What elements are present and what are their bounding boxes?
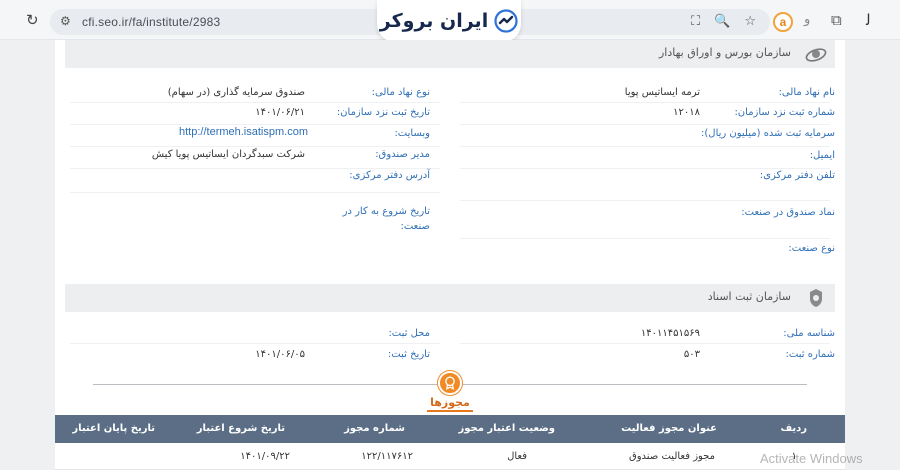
section-header-seo: سازمان بورس و اوراق بهادار — [65, 40, 835, 68]
extensions-puzzle-icon[interactable]: ⧉ — [831, 11, 842, 29]
field-label: شناسه ملی: — [783, 328, 835, 339]
site-logo[interactable]: ایران بروکر — [377, 0, 521, 42]
cell-permit-title: مجوز فعالیت صندوق — [628, 451, 715, 462]
field-label: نماد صندوق در صنعت: — [741, 207, 835, 218]
column-header-start-date: تاریخ شروع اعتبار — [196, 423, 285, 434]
page-content: سازمان بورس و اوراق بهادار نام نهاد مالی… — [55, 40, 845, 470]
field-label: تاریخ ثبت نزد سازمان: — [336, 107, 430, 118]
column-header-row: ردیف — [780, 423, 807, 434]
field-label: وبسایت: — [394, 128, 430, 139]
seo-logo-icon — [805, 48, 827, 62]
logo-chart-icon — [494, 9, 518, 33]
permits-table-header: ردیف عنوان مجوز فعالیت وضعیت اعتبار مجوز… — [55, 415, 845, 443]
permits-tab-underline — [427, 410, 473, 412]
row-divider — [70, 168, 440, 169]
registry-emblem-icon — [810, 289, 822, 307]
column-header-status: وضعیت اعتبار مجوز — [458, 423, 555, 434]
row-divider — [460, 238, 830, 239]
field-label: مدیر صندوق: — [375, 149, 430, 160]
field-value: ۱۲۰۱۸ — [673, 107, 700, 118]
translate-icon[interactable]: ⛶ — [691, 14, 700, 30]
cell-permit-number: ۱۲۲/۱۱۷۶۱۲ — [361, 451, 413, 462]
field-value: ۵۰۳ — [683, 349, 700, 360]
field-label: نام نهاد مالی: — [778, 87, 835, 98]
page-scrollbar[interactable] — [894, 40, 900, 470]
field-value: ۱۴۰۱/۰۶/۲۱ — [255, 107, 305, 118]
website-link[interactable]: http://termeh.isatispm.com — [179, 126, 308, 138]
field-label: محل ثبت: — [388, 328, 430, 339]
column-header-number: شماره مجوز — [344, 423, 405, 434]
field-label: تاریخ ثبت: — [387, 349, 430, 360]
column-header-end-date: تاریخ پایان اعتبار — [72, 423, 155, 434]
field-label: نوع صنعت: — [788, 243, 835, 254]
row-divider — [70, 102, 440, 103]
row-divider — [460, 168, 830, 169]
section-header-registry: سازمان ثبت اسناد — [65, 284, 835, 312]
field-value: ۱۴۰۱/۰۶/۰۵ — [255, 349, 305, 360]
row-divider — [70, 343, 440, 344]
section-title: سازمان ثبت اسناد — [707, 290, 791, 303]
activate-windows-watermark: Activate Windows — [760, 451, 863, 466]
field-label: ایمیل: — [809, 150, 835, 161]
site-settings-icon[interactable]: ⚙ — [60, 14, 71, 28]
reload-icon[interactable]: ↻ — [26, 13, 39, 28]
table-row: ۱ مجوز فعالیت صندوق فعال ۱۲۲/۱۱۷۶۱۲ ۱۴۰۱… — [55, 443, 845, 470]
field-label: آدرس دفتر مرکزی: — [349, 170, 430, 181]
field-label: تلفن دفتر مرکزی: — [759, 170, 835, 181]
row-divider — [460, 102, 830, 103]
cell-permit-status: فعال — [507, 451, 527, 462]
field-label: سرمایه ثبت شده (میلیون ریال): — [701, 128, 835, 139]
field-value: ۱۴۰۱۱۴۵۱۵۶۹ — [640, 328, 700, 339]
row-divider — [70, 146, 440, 147]
permit-medal-icon — [438, 371, 462, 395]
profile-icon[interactable]: ﻟ — [866, 11, 871, 29]
extension-b-icon[interactable]: ﻭ — [804, 12, 810, 27]
zoom-icon[interactable]: 🔍 — [714, 14, 730, 30]
row-divider — [70, 192, 440, 193]
permits-tab-title[interactable]: مجوزها — [420, 396, 480, 409]
column-header-title: عنوان مجوز فعالیت — [621, 423, 717, 434]
field-label: نوع نهاد مالی: — [371, 87, 430, 98]
extension-a-icon[interactable]: a — [773, 12, 793, 32]
url-text[interactable]: cfi.seo.ir/fa/institute/2983 — [82, 15, 220, 29]
section-title: سازمان بورس و اوراق بهادار — [658, 46, 791, 59]
field-value: شرکت سبدگردان ایساتیس پویا کیش — [151, 149, 305, 160]
field-value: صندوق سرمایه گذاری (در سهام) — [167, 87, 305, 98]
row-divider — [70, 124, 440, 125]
row-divider — [460, 124, 830, 125]
field-label: تاریخ شروع به کار در صنعت: — [342, 206, 430, 232]
field-label: شماره ثبت: — [785, 349, 835, 360]
bookmark-star-icon[interactable]: ☆ — [744, 14, 756, 30]
logo-text: ایران بروکر — [379, 10, 489, 32]
row-divider — [460, 200, 830, 201]
field-label: شماره ثبت نزد سازمان: — [734, 107, 835, 118]
row-divider — [460, 343, 830, 344]
field-value: ترمه ایساتیس پویا — [624, 87, 700, 98]
row-divider — [460, 146, 830, 147]
cell-start-date: ۱۴۰۱/۰۹/۲۲ — [240, 451, 290, 462]
